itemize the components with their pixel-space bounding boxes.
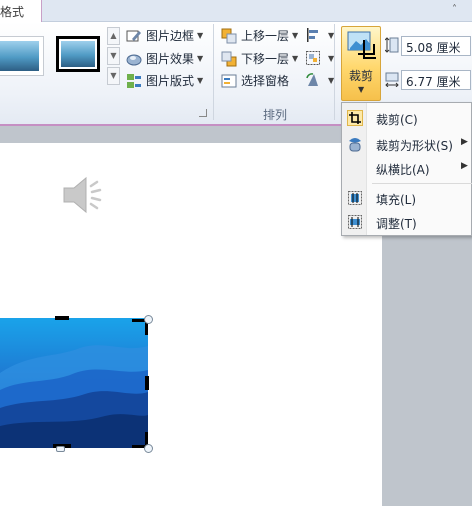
menu-item-crop-to-shape[interactable]: 裁剪为形状(S) ▶	[342, 133, 472, 155]
crop-icon	[346, 30, 378, 65]
resize-handle-bottom-right[interactable]	[144, 444, 153, 453]
fit-icon	[347, 214, 363, 230]
gallery-scroll-down-button[interactable]: ▼	[107, 47, 120, 65]
slide-picture[interactable]	[0, 318, 148, 448]
resize-handle-top-right[interactable]	[144, 315, 153, 324]
crop-menu: 裁剪(C) 裁剪为形状(S) ▶ 纵横比(A) ▶ 填充(L) 调整(T)	[341, 102, 472, 236]
selection-pane-icon	[221, 73, 237, 89]
crop-dropdown-arrow: ▼	[358, 85, 365, 94]
picture-border-icon	[126, 28, 142, 44]
crop-handle-right[interactable]	[145, 376, 149, 390]
selection-pane-button[interactable]: 选择窗格	[221, 72, 289, 89]
picture-style-thumbnail-selected[interactable]	[56, 36, 100, 72]
arrange-group-label: 排列	[263, 108, 288, 122]
picture-styles-dialog-launcher[interactable]	[199, 109, 207, 117]
width-icon	[385, 71, 399, 90]
menu-item-fill[interactable]: 填充(L)	[342, 187, 472, 209]
crop-button-label: 裁剪	[348, 69, 373, 83]
fill-icon	[347, 190, 363, 206]
resize-handle-bottom-left[interactable]	[56, 446, 65, 452]
gallery-scroll-up-button[interactable]: ▲	[107, 27, 120, 45]
picture-layout-icon	[126, 73, 142, 89]
picture-style-thumbnail[interactable]	[0, 36, 44, 76]
height-field[interactable]: 5.08 厘米	[384, 36, 472, 56]
width-input[interactable]: 6.77 厘米	[401, 70, 471, 90]
tab-format[interactable]: 格式	[0, 0, 42, 23]
send-backward-button[interactable]: 下移一层 ▼	[221, 50, 298, 67]
height-icon	[384, 36, 399, 56]
group-icon	[305, 50, 321, 66]
width-field[interactable]: 6.77 厘米	[385, 70, 472, 90]
rotate-icon	[305, 72, 321, 88]
gallery-more-button[interactable]: ▼	[107, 67, 120, 85]
rotate-button[interactable]: ▼	[305, 72, 334, 88]
bring-forward-button[interactable]: 上移一层 ▼	[221, 27, 298, 44]
ribbon-tab-strip: 格式 ˄	[0, 0, 472, 23]
menu-item-aspect-ratio[interactable]: 纵横比(A) ▶	[342, 157, 472, 179]
collapse-ribbon-icon[interactable]: ˄	[452, 4, 457, 15]
picture-effects-button[interactable]: 图片效果 ▼	[126, 50, 203, 67]
crop-to-shape-icon	[347, 136, 363, 152]
menu-item-crop[interactable]: 裁剪(C)	[342, 107, 472, 129]
align-button[interactable]: ▼	[305, 27, 334, 43]
picture-layout-button[interactable]: 图片版式 ▼	[126, 72, 203, 89]
submenu-arrow-icon: ▶	[461, 161, 468, 171]
crop-icon	[347, 110, 363, 126]
bring-forward-icon	[221, 28, 237, 44]
submenu-arrow-icon: ▶	[461, 137, 468, 147]
crop-button[interactable]: 裁剪 ▼	[341, 26, 381, 101]
picture-border-button[interactable]: 图片边框 ▼	[126, 27, 203, 44]
height-input[interactable]: 5.08 厘米	[401, 36, 471, 56]
picture-effects-icon	[126, 51, 142, 67]
send-backward-icon	[221, 51, 237, 67]
align-icon	[305, 27, 321, 43]
menu-item-fit[interactable]: 调整(T)	[342, 211, 472, 233]
crop-handle-top[interactable]	[55, 316, 69, 320]
group-button[interactable]: ▼	[305, 50, 334, 66]
speaker-icon[interactable]	[60, 172, 108, 218]
